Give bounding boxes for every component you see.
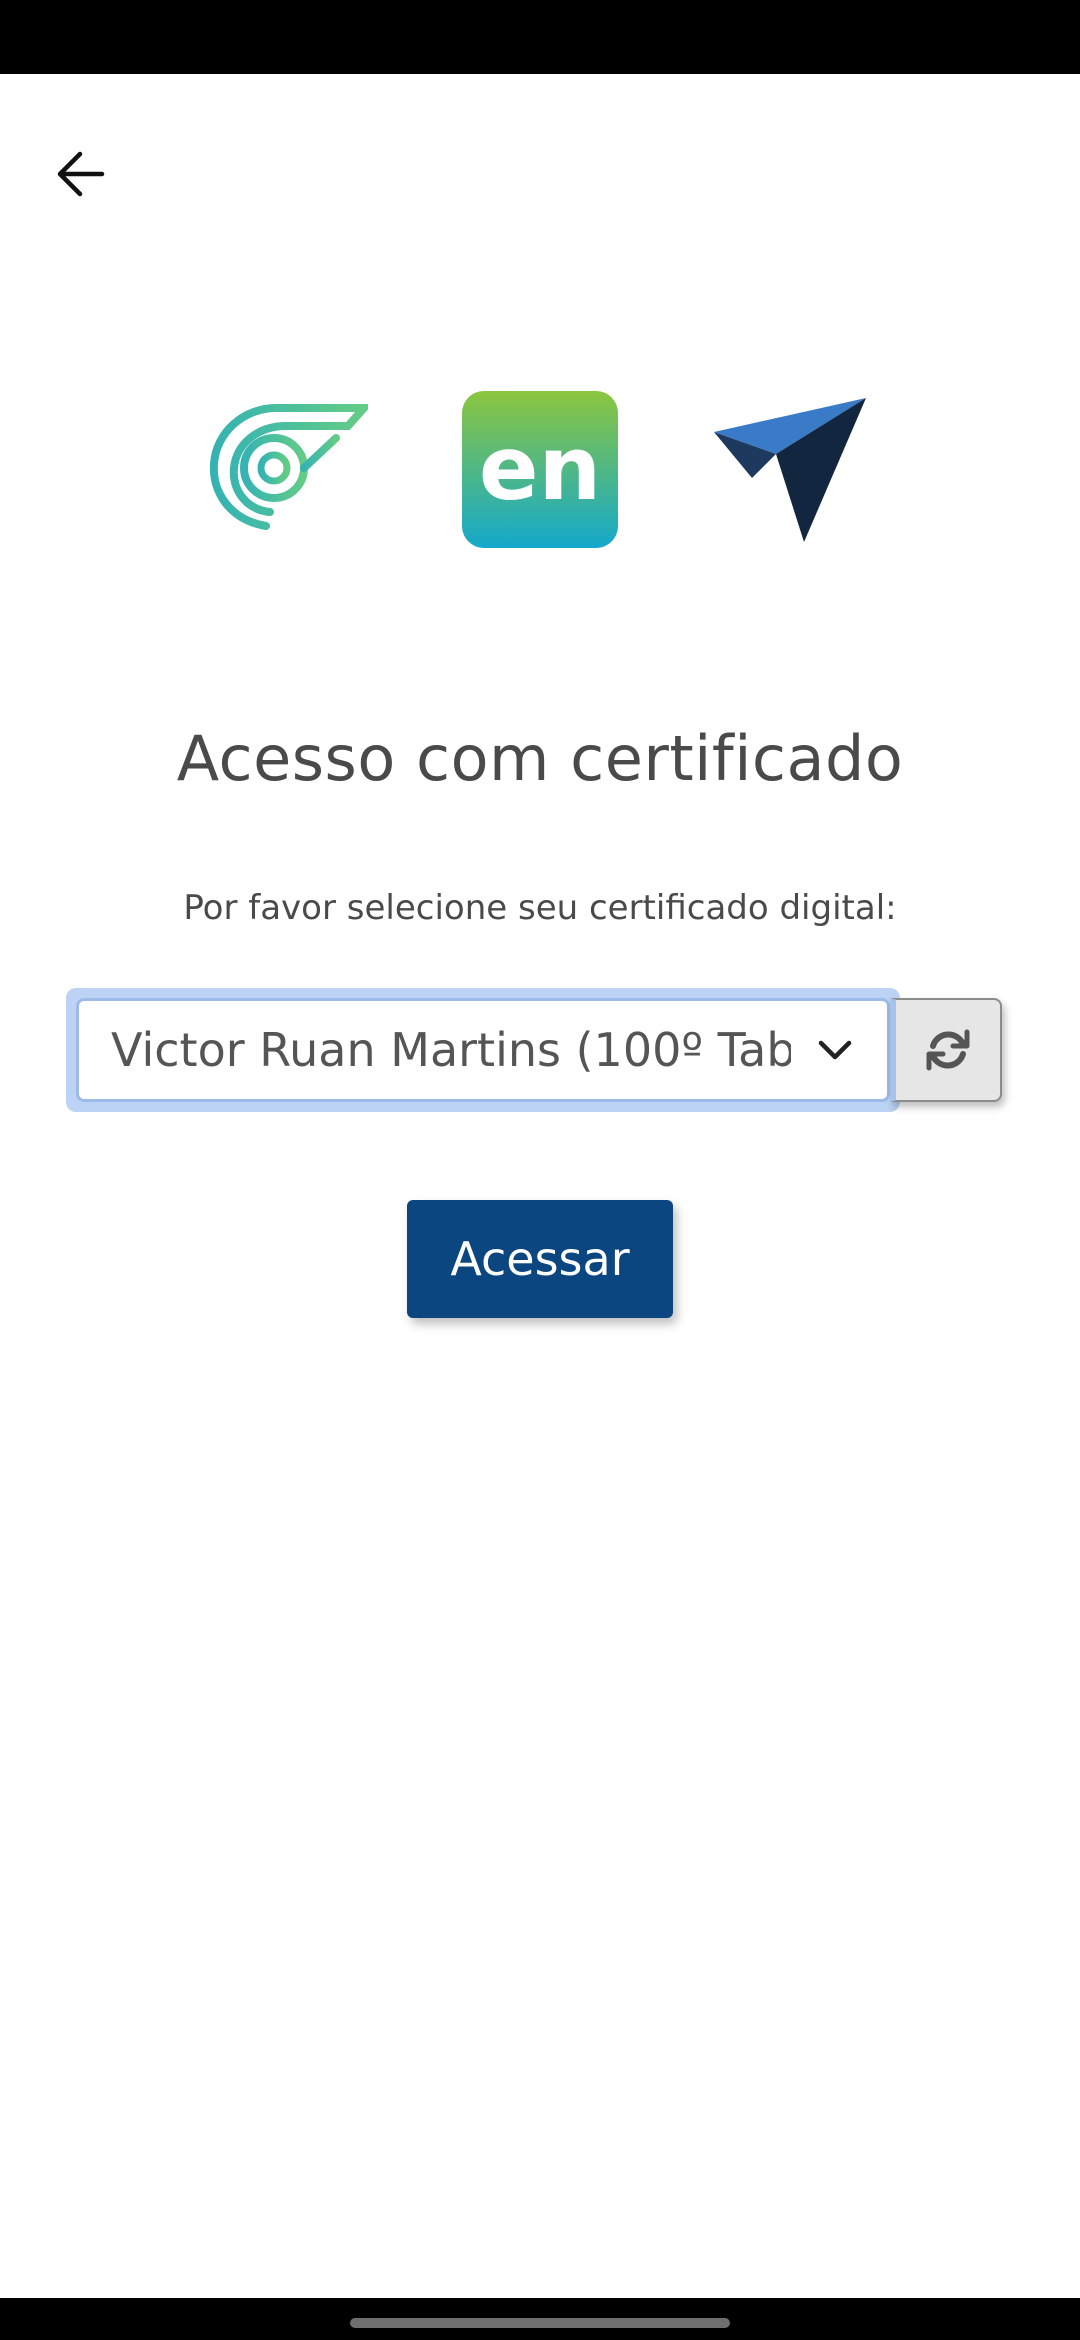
refresh-button[interactable] <box>890 998 1002 1102</box>
page-subtitle: Por favor selecione seu certificado digi… <box>183 888 897 928</box>
page-title: Acesso com certificado <box>176 722 904 795</box>
paper-plane-logo <box>712 396 872 546</box>
certificate-select-value: Victor Ruan Martins (100º Tabe <box>111 1023 791 1077</box>
home-indicator[interactable] <box>350 2318 730 2328</box>
ring-wing-logo <box>208 402 373 532</box>
chevron-down-icon <box>818 1040 852 1060</box>
refresh-icon <box>926 1029 970 1071</box>
en-logo: en <box>462 391 618 548</box>
certificate-select[interactable]: Victor Ruan Martins (100º Tabe <box>76 998 890 1102</box>
arrow-left-icon <box>57 151 105 197</box>
back-button[interactable] <box>40 134 120 214</box>
access-button[interactable]: Acessar <box>407 1200 673 1318</box>
status-bar <box>0 0 1080 74</box>
en-logo-text: en <box>479 417 601 520</box>
